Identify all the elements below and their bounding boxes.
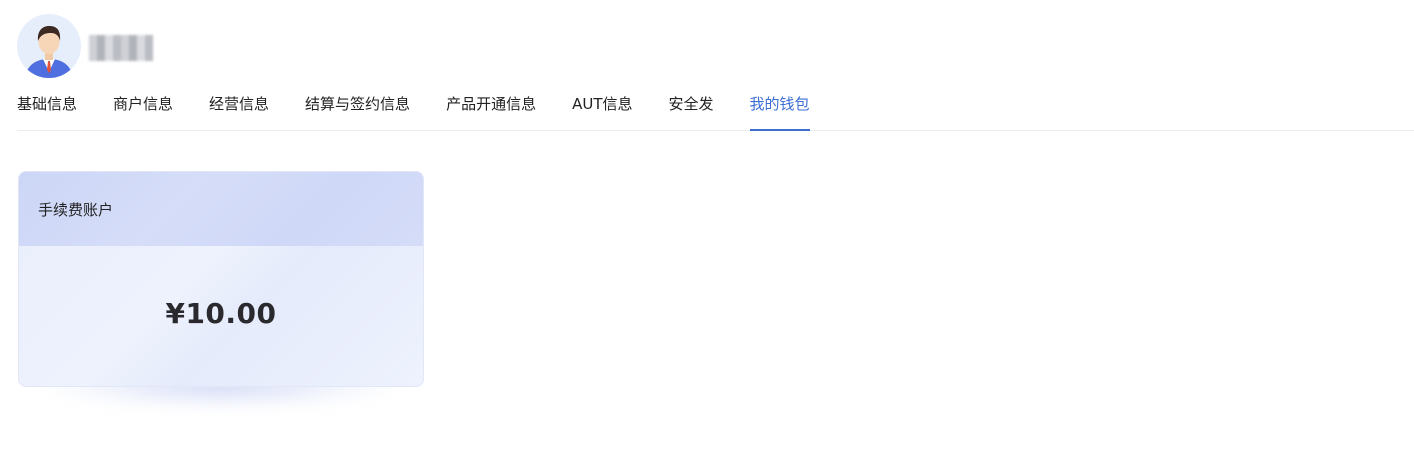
tab-business-info[interactable]: 经营信息 (209, 86, 269, 130)
tab-basic-info[interactable]: 基础信息 (17, 86, 77, 130)
card-header: 手续费账户 (19, 172, 423, 246)
account-balance: ¥10.00 (165, 296, 277, 330)
card-body: ¥10.00 (19, 246, 423, 386)
profile-header: ■■■■■ (17, 14, 153, 78)
tab-settlement-contract-info[interactable]: 结算与签约信息 (305, 86, 410, 130)
tab-product-activation-info[interactable]: 产品开通信息 (446, 86, 536, 130)
user-name-redacted: ■■■■■ (89, 35, 153, 61)
user-avatar-icon (17, 14, 81, 78)
fee-account-card[interactable]: 手续费账户 ¥10.00 (18, 171, 424, 387)
tab-merchant-info[interactable]: 商户信息 (113, 86, 173, 130)
tab-aut-info[interactable]: AUT信息 (572, 86, 632, 130)
tab-my-wallet[interactable]: 我的钱包 (749, 86, 810, 131)
merchant-detail-page: ■■■■■ 基础信息 商户信息 经营信息 结算与签约信息 产品开通信息 AUT信… (0, 0, 1414, 470)
account-title: 手续费账户 (38, 200, 114, 219)
avatar (17, 14, 81, 78)
tab-security[interactable]: 安全发 (668, 86, 713, 130)
tab-bar: 基础信息 商户信息 经营信息 结算与签约信息 产品开通信息 AUT信息 安全发 … (17, 86, 1414, 131)
